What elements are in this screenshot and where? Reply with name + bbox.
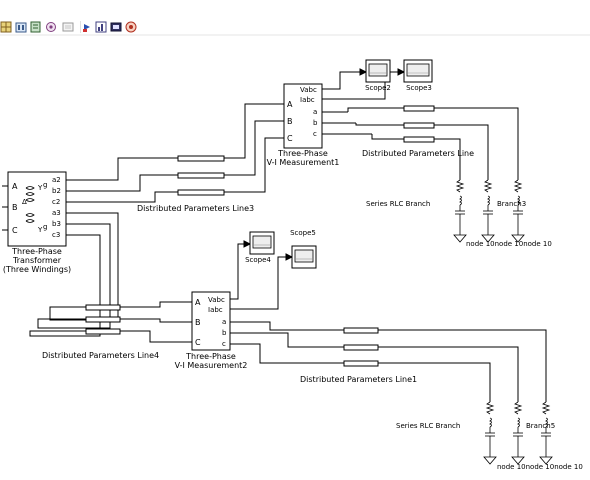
line3-label: Distributed Parameters Line3 [137,204,254,213]
scope2-block[interactable] [365,59,391,83]
vi1-port-C: C [287,134,293,143]
vi-measurement1-block[interactable]: A B C Vabc Iabc a b c [283,83,323,149]
wires-line1-branches [396,329,547,402]
vi1-port-B: B [287,117,293,126]
vi1-port-A: A [287,100,293,109]
node-bottom-label: node 10node 10node 10 [497,463,583,471]
line-label: Distributed Parameters Line [362,149,474,158]
wires-transformer-line3 [72,157,168,203]
scope4-label: Scope4 [245,256,271,264]
vi1-port-Vabc: Vabc [300,86,317,94]
svg-text:Δ: Δ [22,198,27,206]
scope4-block[interactable] [249,231,275,255]
vi2-port-A: A [195,298,201,307]
distributed-parameters-line[interactable] [322,105,456,143]
transformer-subtitle-2: (Three Windings) [3,265,71,274]
transformer-port-b2: b2 [52,187,61,195]
vi1-port-Iabc: Iabc [300,96,315,104]
scope5-block[interactable] [291,245,317,269]
svg-text:g: g [43,223,47,231]
scope5-label: Scope5 [290,229,316,237]
scope3-block[interactable] [403,59,433,83]
transformer-port-C: C [12,226,18,235]
transformer-port-c3: c3 [52,231,60,239]
vi2-port-Vabc: Vabc [208,296,225,304]
wires-line3-vi1 [234,103,284,193]
wires-line4-vi2 [136,301,192,343]
vi1-title: Three-Phase [277,149,328,158]
line1-label: Distributed Parameters Line1 [300,375,417,384]
branch3-label: Branch3 [497,200,526,208]
vi2-port-Iabc: Iabc [208,306,223,314]
scope2-label: Scope2 [365,84,391,92]
branch-top-label: Series RLC Branch [366,200,430,208]
vi1-subtitle: V-I Measurement1 [267,158,340,167]
vi2-subtitle: V-I Measurement2 [175,361,248,370]
vi2-port-c: c [222,340,226,348]
svg-text:g: g [43,181,47,189]
wires-vi1-scopes [322,68,406,100]
branch-bottom-label: Series RLC Branch [396,422,460,430]
transformer-title: Three-Phase [11,247,62,256]
vi-measurement2-block[interactable]: A B C Vabc Iabc a b c [191,291,231,351]
transformer-subtitle: Transformer [12,256,62,265]
distributed-parameters-line1[interactable] [230,321,396,367]
vi2-title: Three-Phase [185,352,236,361]
node-top-label: node 10node 10node 10 [466,240,552,248]
vi2-port-a: a [222,318,226,326]
vi1-port-a: a [313,108,317,116]
scope3-label: Scope3 [406,84,432,92]
transformer-port-B: B [12,203,18,212]
vi1-port-b: b [313,119,318,127]
wires-line-branches-top [456,107,519,180]
vi2-port-b: b [222,329,227,337]
vi2-port-C: C [195,338,201,347]
transformer-block[interactable]: A B C Δ Y Y g g a2 b2 c2 a3 b3 c3 [2,171,72,247]
distributed-parameters-line3[interactable] [168,155,234,196]
vi2-port-B: B [195,318,201,327]
line4-label: Distributed Parameters Line4 [42,351,159,360]
branch5-label: Branch5 [526,422,555,430]
transformer-port-b3: b3 [52,220,61,228]
transformer-port-a2: a2 [52,176,61,184]
distributed-parameters-line4[interactable] [62,304,136,335]
transformer-port-A: A [12,182,18,191]
rlc-branches-bottom[interactable] [483,401,553,465]
vi1-port-c: c [313,130,317,138]
transformer-port-c2: c2 [52,198,60,206]
simulink-canvas: A B C Δ Y Y g g a2 b2 c2 a3 b3 c3 Three-… [2,59,583,471]
transformer-port-a3: a3 [52,209,61,217]
rlc-branches-top[interactable] [453,179,525,243]
